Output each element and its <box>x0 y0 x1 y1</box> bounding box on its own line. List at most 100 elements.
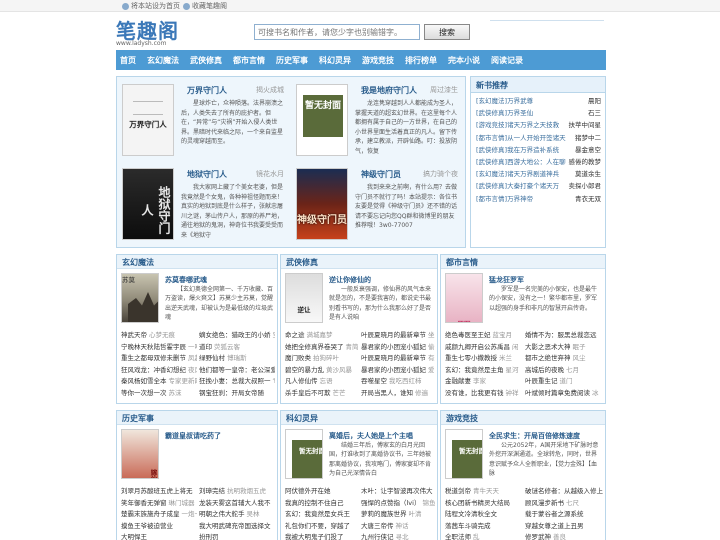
list-item[interactable]: [武侠修真]我在万界造补系统 暴金意空 <box>476 144 601 156</box>
list-item[interactable]: 大明悍王 <box>121 531 197 540</box>
list-item[interactable]: 叶辰夏晓月的最新章节坐家 <box>361 329 435 341</box>
list-item[interactable]: 礼包你们不要，穿越了 <box>285 520 359 532</box>
list-item[interactable]: 暴君家的小团宠小狐妃爱吃黄 <box>361 364 435 376</box>
list-item[interactable]: 杀手皇后不可欺 芒芒 <box>285 387 359 399</box>
list-item[interactable]: 龙装天雾这首辅大人我不 <box>199 497 275 509</box>
book-title[interactable]: 苏莫春哪武魂 <box>165 275 207 285</box>
list-item[interactable]: 税道剑帝 青牛天天 <box>445 485 523 497</box>
list-item[interactable]: 明朝之伟大舵手 吴林 <box>199 508 275 520</box>
list-item[interactable]: 顾风漫步新书 七尺 <box>525 497 603 509</box>
book-cover[interactable]: 神级守门员 <box>296 168 348 240</box>
category-title[interactable]: 游戏竞技 <box>441 411 605 425</box>
list-item[interactable]: 绝色毒医至王妃 蓝宝月 <box>445 329 523 341</box>
list-item[interactable]: 大唐三帝传 神话 <box>361 520 435 532</box>
book-cover[interactable]: 嫁仙 <box>121 429 159 479</box>
list-item[interactable]: 重生之都母双修未删节凤起 <box>121 352 197 364</box>
book-title[interactable]: 逆让你修仙的 <box>329 275 371 285</box>
nav-lishi[interactable]: 历史军事 <box>276 55 308 66</box>
list-item[interactable]: [武侠修真]万界圣仙 石三 <box>476 107 601 119</box>
list-item[interactable]: 玄幻：我竟然是女兵王 <box>285 508 359 520</box>
list-item[interactable]: [玄幻魔法]万界武尊 晨阳 <box>476 95 601 107</box>
set-homepage-link[interactable]: 将本站设为首页 <box>122 1 180 11</box>
list-item[interactable]: [都市言情]万界神帝 青衣无双 <box>476 193 601 205</box>
list-item[interactable]: 核心团新书精灵大结局 <box>445 497 523 509</box>
list-item[interactable]: 木叶：让宇智波再次伟大 <box>361 485 435 497</box>
list-item[interactable]: 高城后的夜晚 七月 <box>525 364 603 376</box>
list-item[interactable]: 强悍的点赞指（lvi） 锦鱼 <box>361 497 435 509</box>
book-cover[interactable]: 暂无封面 <box>296 84 348 156</box>
list-item[interactable]: 叶辰重生记 道门 <box>525 375 603 387</box>
list-item[interactable]: 玄幻：我竟然是主角 星河 <box>445 364 523 376</box>
category-title[interactable]: 历史军事 <box>117 411 277 425</box>
category-title[interactable]: 科幻灵异 <box>281 411 437 425</box>
list-item[interactable]: 落茜车斗骑完成 <box>445 520 523 532</box>
book-cover[interactable]: 罗军 <box>445 273 483 323</box>
book-cover[interactable]: 逆让 <box>285 273 323 323</box>
list-item[interactable]: 扮刑罚 <box>199 531 275 540</box>
nav-home[interactable]: 首页 <box>120 55 136 66</box>
list-item[interactable]: [都市言情]从一人开始开签诸天 猪梦中二 <box>476 132 601 144</box>
book-cover[interactable]: 暂无封面 <box>285 429 323 479</box>
list-item[interactable]: [玄幻魔法]诸天万界剧道神兵 莫道余生 <box>476 168 601 180</box>
book-title[interactable]: 离婚后，夫人她是上个主唱 <box>329 431 413 441</box>
nav-dushi[interactable]: 都市言情 <box>233 55 265 66</box>
list-item[interactable]: 道印 荧狐云客 <box>199 341 275 353</box>
list-item[interactable]: 狂风戏龙：冲香幻想纪夜风 <box>121 364 197 376</box>
book-title[interactable]: 万界守门人 <box>187 85 227 96</box>
list-item[interactable]: 开局当黑人，谁知 修遍 <box>361 387 435 399</box>
list-item[interactable]: 婚情不为：服黑总裁恋远 <box>525 329 603 341</box>
book-title[interactable]: 地狱守门人 <box>187 169 227 180</box>
list-item[interactable]: 嫡女绝色：猎政王的小娇宝宝乐 <box>199 329 275 341</box>
list-item[interactable]: 叶辰夏晓月的最新章节有坐 <box>361 352 435 364</box>
nav-kehuan[interactable]: 科幻灵异 <box>319 55 351 66</box>
list-item[interactable]: 破谜名修者：从越级入修上 <box>525 485 603 497</box>
list-item[interactable]: 叶斌倾时篇章免费阅读冰 <box>525 387 603 399</box>
list-item[interactable]: 他们都等一皇帝：老公深爱浅浅浅汐 <box>199 364 275 376</box>
list-item[interactable]: 秦风杨如雪全本专家更新四章 <box>121 375 197 387</box>
list-item[interactable]: 穿越女尊之道上丑男 <box>525 520 603 532</box>
list-item[interactable]: 都市之绝世弃神 风尘 <box>525 352 603 364</box>
list-item[interactable]: 等你一次想一次 苏沫 <box>121 387 197 399</box>
book-title[interactable]: 神级守门员 <box>361 169 401 180</box>
book-title[interactable]: 霸道皇叔请吃药了 <box>165 431 221 441</box>
list-item[interactable]: 大影之恶术大神 眠子 <box>525 341 603 353</box>
list-item[interactable]: 楚霸末族施舟子成皇一炮一 <box>121 508 197 520</box>
book-title[interactable]: 我是地府守门人 <box>361 85 417 96</box>
list-item[interactable]: 她把全修真界卷哭了 青简 <box>285 341 359 353</box>
list-item[interactable]: [游戏竞技]诸天万界之天技救 扶苹中间星 <box>476 119 601 131</box>
list-item[interactable]: 全职法师乱 <box>445 531 523 540</box>
list-item[interactable]: 我被大明鬼子们投了 <box>285 531 359 540</box>
list-item[interactable]: 金融献妻 李家 <box>445 375 523 387</box>
list-item[interactable]: 九州行侠记 寻北 <box>361 531 435 540</box>
list-item[interactable]: 重生七零小撒教授 米兰 <box>445 352 523 364</box>
list-item[interactable]: 暴君家的小团宠小狐妃偷子 <box>361 341 435 353</box>
list-item[interactable]: 没有谁，比我更有钱 钟祥 <box>445 387 523 399</box>
list-item[interactable]: 我大明武碑充帝国选择文 <box>199 520 275 532</box>
nav-xuanhuan[interactable]: 玄幻魔法 <box>147 55 179 66</box>
list-item[interactable]: 神武天帝 心梦无痕 <box>121 329 197 341</box>
nav-wuxia[interactable]: 武侠修真 <box>190 55 222 66</box>
list-item[interactable]: 笑年御香无弹窗 琳门城器 <box>121 497 197 509</box>
list-item[interactable]: 宁晚林天秋陆哲霍宇辰一吻舒心 <box>121 341 197 353</box>
category-title[interactable]: 都市言情 <box>441 255 605 269</box>
category-title[interactable]: 玄幻魔法 <box>117 255 277 269</box>
list-item[interactable]: 吞噬星空 我吃西红柿 <box>361 375 435 387</box>
list-item[interactable]: 我真的控制不住自己 <box>285 497 359 509</box>
bookmark-link[interactable]: 收藏笔趣阁 <box>183 1 227 11</box>
book-title[interactable]: 猛龙狂罗军 <box>489 275 524 285</box>
list-item[interactable]: 魔门败类 拍狗碎叶 <box>285 352 359 364</box>
list-item[interactable]: 狂挽小妻：总裁大叔照一专家更新 <box>199 375 275 387</box>
book-cover[interactable]: 苏莫 <box>121 273 159 323</box>
list-item[interactable]: 命之途 满城嘉梦 <box>285 329 359 341</box>
category-title[interactable]: 武侠修真 <box>281 255 437 269</box>
list-item[interactable]: 凡人修仙传 忘语 <box>285 375 359 387</box>
search-input[interactable] <box>254 24 420 40</box>
list-item[interactable]: 碧空的暴力乱 黄沙风暴 <box>285 364 359 376</box>
list-item[interactable]: [武侠修真]大秦打豪个诸天万 卖探小郎君 <box>476 180 601 192</box>
list-item[interactable]: 戚颜九卿开启公苏禹昌闲 <box>445 341 523 353</box>
list-item[interactable]: 载于蒙谷者之源系统 <box>525 508 603 520</box>
nav-youxi[interactable]: 游戏竞技 <box>362 55 394 66</box>
list-item[interactable]: 萝莉的魔族世界 叶清 <box>361 508 435 520</box>
nav-history[interactable]: 阅读记录 <box>491 55 523 66</box>
list-item[interactable]: 修罗武神 善良 <box>525 531 603 540</box>
